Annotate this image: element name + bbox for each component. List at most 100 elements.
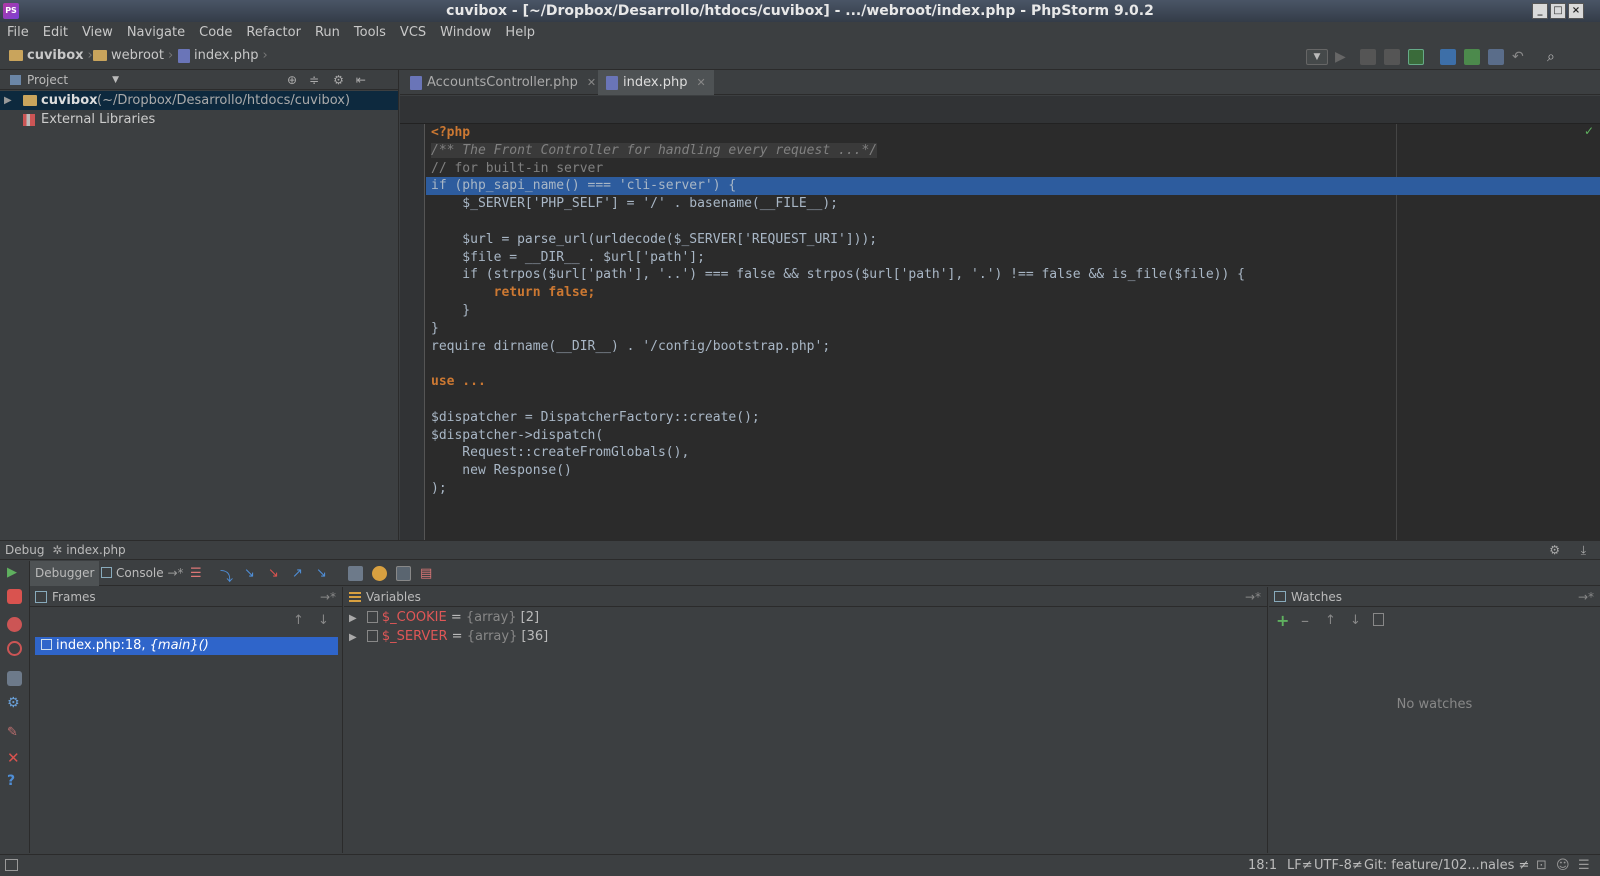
code-line: return false; [431, 285, 596, 301]
collapse-all-icon[interactable]: ≑ [309, 73, 319, 87]
tab-index-php[interactable]: index.php ✕ [598, 70, 714, 95]
variables-icon [349, 591, 361, 602]
code-editor[interactable]: ✓ <?php /** The Front Controller for han… [400, 96, 1600, 540]
help-icon[interactable]: ? [7, 773, 22, 789]
gear-icon[interactable]: ⚙ [1549, 541, 1560, 560]
line-separator[interactable]: LF≠ [1287, 855, 1313, 876]
code-line: /** The Front Controller for handling ev… [431, 142, 878, 158]
close-button[interactable]: × [1568, 3, 1584, 19]
pin-icon[interactable]: →* [320, 587, 336, 607]
hide-pane-icon[interactable]: ⇤ [356, 73, 366, 87]
event-log-icon[interactable]: ☰ [1578, 855, 1590, 876]
code-area[interactable]: <?php /** The Front Controller for handl… [426, 124, 1600, 540]
toggle-tool-windows-icon[interactable] [5, 859, 18, 871]
breadcrumb-folder[interactable]: webroot › [93, 48, 173, 63]
arrow-up-icon[interactable]: ↑ [1325, 613, 1336, 628]
add-watch-icon[interactable]: + [1276, 611, 1289, 630]
pin-icon[interactable]: →* [1245, 587, 1261, 607]
pin-icon[interactable]: →* [1578, 587, 1594, 607]
breadcrumb-file[interactable]: index.php › [178, 48, 268, 63]
menu-file[interactable]: File [0, 22, 36, 44]
project-view-selector[interactable]: Project [27, 73, 68, 87]
menu-help[interactable]: Help [498, 22, 542, 44]
tab-console[interactable]: Console →* [96, 561, 189, 586]
frames-header: Frames →* [30, 587, 342, 607]
watch-icon[interactable] [372, 566, 387, 581]
close-icon[interactable]: ✕ [7, 749, 22, 767]
menu-refactor[interactable]: Refactor [239, 22, 308, 44]
code-line: $dispatcher = DispatcherFactory::create(… [431, 409, 760, 425]
arrow-down-icon[interactable]: ↓ [318, 613, 329, 628]
menu-run[interactable]: Run [308, 22, 347, 44]
run-icon[interactable]: ▶ [1335, 49, 1351, 65]
vcs-commit-icon[interactable] [1464, 49, 1480, 65]
menu-edit[interactable]: Edit [36, 22, 75, 44]
revert-icon[interactable]: ↶ [1512, 49, 1528, 65]
tab-debugger[interactable]: Debugger [30, 561, 100, 586]
menu-code[interactable]: Code [192, 22, 239, 44]
tree-item-external-libraries[interactable]: External Libraries [0, 110, 398, 129]
library-icon [23, 114, 35, 126]
view-breakpoints-icon[interactable] [7, 617, 22, 632]
resume-icon[interactable]: ▶ [7, 565, 22, 580]
chevron-right-icon[interactable]: ▶ [4, 91, 12, 110]
settings-icon[interactable]: ⚙ [7, 695, 22, 711]
close-tab-icon[interactable]: ✕ [696, 76, 705, 89]
menu-window[interactable]: Window [433, 22, 498, 44]
copy-icon[interactable] [1373, 613, 1384, 626]
code-line: $file = __DIR__ . $url['path']; [431, 249, 705, 265]
menu-navigate[interactable]: Navigate [120, 22, 192, 44]
restore-layout-icon[interactable]: ▤ [420, 566, 435, 581]
evaluate-expression-icon[interactable] [348, 566, 363, 581]
menu-tools[interactable]: Tools [347, 22, 393, 44]
tab-accounts-controller[interactable]: AccountsController.php ✕ [402, 70, 604, 95]
maximize-button[interactable]: □ [1550, 3, 1566, 19]
frame-row[interactable]: index.php:18, {main}() [35, 637, 338, 655]
inspector-icon[interactable]: ☺ [1556, 855, 1570, 876]
step-over-icon[interactable]: ⤵ [220, 566, 235, 585]
force-step-into-icon[interactable]: ↘ [268, 566, 283, 581]
run-config-dropdown[interactable]: ▼ [1306, 49, 1328, 65]
scroll-from-source-icon[interactable]: ⊕ [287, 73, 297, 87]
tree-root-item[interactable]: ▶ cuvibox (~/Dropbox/Desarrollo/htdocs/c… [0, 91, 398, 110]
variable-row[interactable]: ▶ $_SERVER = {array} [36] [344, 627, 548, 646]
menu-vcs[interactable]: VCS [393, 22, 433, 44]
debug-config-tab[interactable]: index.php [66, 543, 125, 557]
vcs-update-icon[interactable] [1440, 49, 1456, 65]
toggle-icon[interactable] [396, 566, 411, 581]
file-encoding[interactable]: UTF-8≠ [1314, 855, 1363, 876]
chevron-right-icon[interactable]: ▶ [349, 613, 357, 624]
show-execution-point-icon[interactable]: ☰ [190, 566, 205, 581]
no-watches-text: No watches [1396, 697, 1473, 712]
chevron-right-icon[interactable]: ▶ [349, 632, 357, 643]
debug-icon[interactable] [1360, 49, 1376, 65]
hide-icon[interactable]: ⤓ [1581, 541, 1586, 560]
lock-icon[interactable]: ⊡ [1536, 855, 1547, 876]
stop-icon[interactable] [7, 589, 22, 604]
watches-pane: Watches →* + – ↑ ↓ No watches [1269, 587, 1600, 853]
step-into-icon[interactable]: ↘ [244, 566, 259, 581]
chevron-down-icon[interactable]: ▼ [112, 75, 119, 85]
menu-view[interactable]: View [75, 22, 120, 44]
remove-watch-icon[interactable]: – [1301, 611, 1309, 630]
code-line: Request::createFromGlobals(), [431, 445, 690, 461]
console-icon [101, 567, 112, 578]
layout-icon[interactable] [7, 671, 22, 686]
listen-debug-icon[interactable] [1408, 49, 1424, 65]
close-tab-icon[interactable]: ✕ [587, 76, 596, 89]
vcs-compare-icon[interactable] [1488, 49, 1504, 65]
variable-row[interactable]: ▶ $_COOKIE = {array} [2] [344, 608, 539, 627]
breadcrumb-project[interactable]: cuvibox › [9, 48, 93, 63]
run-to-cursor-icon[interactable]: ↘ [316, 566, 331, 581]
arrow-up-icon[interactable]: ↑ [293, 613, 304, 628]
git-branch[interactable]: Git: feature/102...nales ≠ [1364, 855, 1529, 876]
caret-position[interactable]: 18:1 [1248, 855, 1277, 876]
mute-breakpoints-icon[interactable] [7, 641, 22, 656]
coverage-icon[interactable] [1384, 49, 1400, 65]
step-out-icon[interactable]: ↗ [292, 566, 307, 581]
pin-icon[interactable]: ✎ [7, 725, 22, 740]
search-icon[interactable]: ⌕ [1547, 49, 1563, 65]
minimize-button[interactable]: _ [1532, 3, 1548, 19]
arrow-down-icon[interactable]: ↓ [1350, 613, 1361, 628]
gear-icon[interactable]: ⚙ [333, 73, 344, 87]
